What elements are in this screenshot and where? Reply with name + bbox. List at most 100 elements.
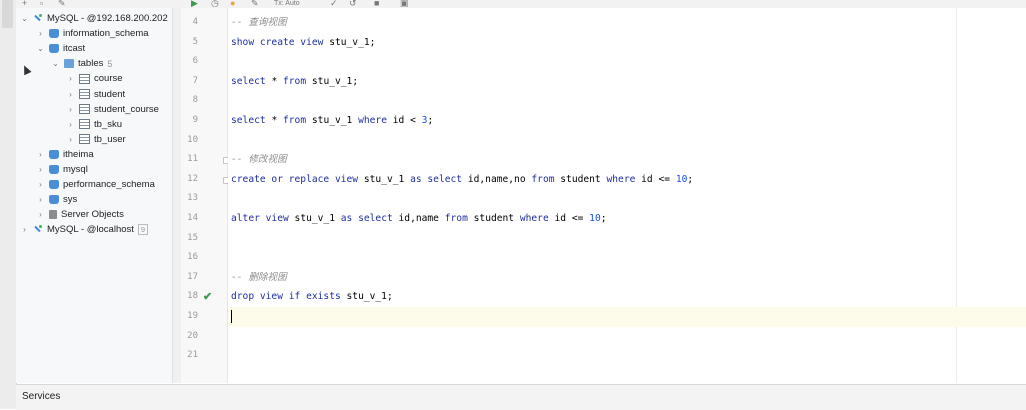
sql-comment: -- 查询视图 bbox=[231, 17, 287, 28]
chevron-right-icon[interactable]: › bbox=[20, 225, 29, 234]
chevron-right-icon[interactable]: › bbox=[66, 120, 75, 129]
chevron-right-icon[interactable]: › bbox=[36, 180, 45, 189]
chevron-down-icon[interactable]: ⌄ bbox=[36, 44, 45, 53]
sql-keyword: from bbox=[283, 115, 312, 126]
database-icon bbox=[49, 195, 59, 205]
run-icon[interactable]: ▶ bbox=[191, 0, 198, 7]
tree-item-mysql[interactable]: › mysql bbox=[36, 162, 88, 177]
connection-icon bbox=[33, 225, 43, 234]
tree-item-itcast[interactable]: ⌄ itcast bbox=[36, 41, 85, 56]
line-number: 21 bbox=[187, 350, 198, 361]
commit-icon[interactable]: ✓ bbox=[330, 0, 338, 7]
sql-text: stu_v_1; bbox=[329, 36, 376, 48]
chevron-right-icon[interactable]: › bbox=[36, 29, 45, 38]
line-number: 16 bbox=[187, 252, 198, 263]
tools-icon[interactable]: ✎ bbox=[58, 0, 66, 7]
tree-item-tables[interactable]: ⌄ tables 5 bbox=[51, 56, 112, 71]
chevron-down-icon[interactable]: ⌄ bbox=[20, 14, 29, 23]
sql-number: 10 bbox=[675, 173, 688, 185]
code-line[interactable]: alter view stu_v_1 as select id,name fro… bbox=[231, 209, 607, 229]
tree-item-performance-schema[interactable]: › performance_schema bbox=[36, 177, 155, 192]
line-number: 10 bbox=[187, 134, 198, 145]
chevron-right-icon[interactable]: › bbox=[66, 90, 75, 99]
chevron-right-icon[interactable]: › bbox=[36, 165, 45, 174]
tree-item-label: sys bbox=[63, 194, 78, 206]
sql-keyword: alter view bbox=[231, 213, 295, 224]
sql-text: * bbox=[271, 115, 283, 126]
chevron-down-icon[interactable]: ⌄ bbox=[51, 59, 60, 68]
database-icon bbox=[49, 44, 59, 54]
connection-badge: 9 bbox=[137, 224, 149, 236]
code-line[interactable]: create or replace view stu_v_1 as select… bbox=[231, 170, 693, 190]
code-line[interactable]: drop view if exists stu_v_1; bbox=[231, 287, 393, 307]
explain-icon[interactable]: ● bbox=[230, 0, 235, 7]
tree-item-itheima[interactable]: › itheima bbox=[36, 147, 93, 162]
sql-keyword: show create view bbox=[231, 36, 330, 48]
sql-text: stu_v_1; bbox=[346, 291, 393, 303]
rollback-icon[interactable]: ↺ bbox=[349, 0, 357, 7]
sql-editor[interactable]: -- 查询视图 show create view stu_v_1; select *… bbox=[228, 8, 1026, 383]
database-icon bbox=[49, 165, 59, 174]
chevron-right-icon[interactable]: › bbox=[36, 210, 45, 219]
database-icon bbox=[49, 149, 59, 159]
tree-item-information-schema[interactable]: › information_schema bbox=[36, 26, 149, 41]
tree-item-label: tb_user bbox=[94, 133, 126, 145]
add-icon[interactable]: + bbox=[22, 0, 27, 7]
chevron-right-icon[interactable]: › bbox=[66, 105, 75, 114]
sql-text: id <= bbox=[554, 213, 590, 224]
sql-keyword: as select bbox=[410, 173, 468, 185]
line-number: 9 bbox=[192, 115, 198, 125]
tree-item-student[interactable]: › student bbox=[66, 87, 125, 102]
sql-text: ; bbox=[687, 173, 694, 185]
tree-item-tb-sku[interactable]: › tb_sku bbox=[66, 117, 122, 132]
tree-item-label: MySQL - @localhost bbox=[47, 224, 134, 236]
tree-item-label: information_schema bbox=[63, 28, 149, 40]
execution-success-icon: ✔ bbox=[203, 291, 213, 304]
chevron-right-icon[interactable]: › bbox=[36, 150, 45, 159]
line-number: 5 bbox=[192, 36, 198, 47]
tx-mode-select[interactable]: Tx: Auto bbox=[274, 0, 300, 7]
history-icon[interactable]: ◷ bbox=[211, 0, 219, 7]
stop-icon[interactable]: ■ bbox=[374, 0, 379, 7]
tree-item-label: course bbox=[94, 73, 123, 85]
database-icon bbox=[49, 29, 59, 39]
code-line[interactable]: select * from stu_v_1 where id < 3; bbox=[231, 111, 433, 131]
table-icon bbox=[79, 104, 90, 115]
sql-keyword: select bbox=[231, 115, 272, 126]
code-line[interactable]: -- 查询视图 bbox=[231, 13, 287, 33]
line-number: 15 bbox=[187, 232, 198, 243]
wrench-icon[interactable]: ✎ bbox=[251, 0, 259, 7]
sql-text: ; bbox=[600, 213, 607, 224]
tree-item-course[interactable]: › course bbox=[66, 71, 123, 86]
line-number: 19 bbox=[187, 311, 198, 321]
tree-item-sys[interactable]: › sys bbox=[36, 192, 77, 207]
table-icon bbox=[79, 134, 90, 145]
sql-text: stu_v_1; bbox=[311, 75, 359, 87]
database-tool-tab[interactable] bbox=[2, 0, 13, 28]
tree-item-mysql-localhost[interactable]: › MySQL - @localhost 9 bbox=[20, 222, 149, 237]
line-number: 20 bbox=[187, 330, 198, 341]
tree-item-tb-user[interactable]: › tb_user bbox=[66, 132, 126, 147]
tree-item-label: student bbox=[94, 88, 126, 100]
code-line[interactable]: -- 修改视图 bbox=[231, 150, 287, 170]
code-line[interactable]: -- 删除视图 bbox=[231, 268, 287, 288]
line-number: 17 bbox=[187, 271, 198, 282]
code-line[interactable]: show create view stu_v_1; bbox=[231, 33, 375, 53]
sql-keyword: where bbox=[606, 173, 642, 185]
sql-keyword: where bbox=[519, 213, 555, 224]
sql-text: stu_v_1 bbox=[311, 115, 359, 126]
tree-item-student-course[interactable]: › student_course bbox=[66, 102, 159, 117]
code-line[interactable]: select * from stu_v_1; bbox=[231, 72, 358, 92]
chevron-right-icon[interactable]: › bbox=[66, 135, 75, 144]
line-number: 12 bbox=[187, 173, 198, 184]
sql-keyword: drop view if exists bbox=[231, 291, 347, 303]
services-panel[interactable]: Services bbox=[16, 384, 1026, 410]
tree-item-mysql-192-168-200-202[interactable]: ⌄ MySQL - @192.168.200.202 bbox=[20, 11, 168, 26]
sql-text: id,name bbox=[398, 213, 445, 224]
output-icon[interactable]: ▣ bbox=[400, 0, 409, 7]
chevron-right-icon[interactable]: › bbox=[36, 195, 45, 204]
tree-item-server-objects[interactable]: › Server Objects bbox=[36, 207, 124, 222]
sql-text: stu_v_1 bbox=[363, 173, 411, 185]
chevron-right-icon[interactable]: › bbox=[66, 74, 75, 83]
copy-icon[interactable]: ▫ bbox=[40, 0, 43, 7]
